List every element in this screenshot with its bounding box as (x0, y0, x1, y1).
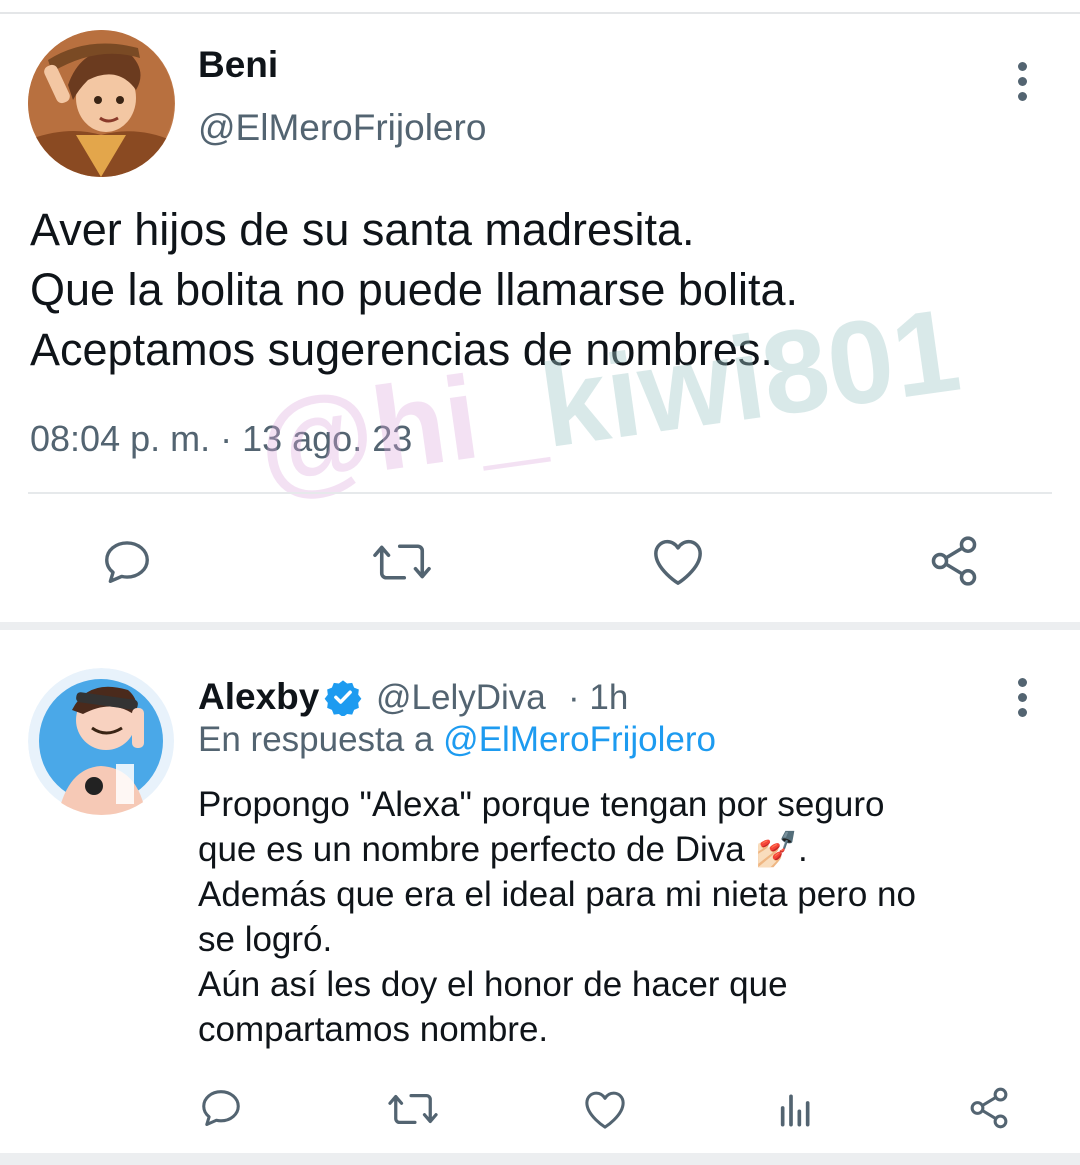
alexby-avatar[interactable] (28, 668, 175, 815)
like-icon[interactable] (582, 1088, 628, 1130)
tweet-timestamp[interactable]: 08:04 p. m. · 13 ago. 23 (30, 418, 412, 460)
reply-author-name[interactable]: Alexby (198, 676, 319, 718)
tweet-text-line: Aceptamos sugerencias de nombres. (30, 324, 773, 375)
reply-author-handle[interactable]: @LelyDiva (376, 678, 546, 718)
reply-text-line: Propongo "Alexa" porque tengan por segur… (198, 785, 885, 824)
reply-text-line: se logró. (198, 920, 333, 959)
tweet-text-line: Que la bolita no puede llamarse bolita. (30, 264, 798, 315)
tweet-text: Aver hijos de su santa madresita. Que la… (30, 200, 798, 380)
beni-avatar[interactable] (28, 30, 175, 177)
retweet-icon[interactable] (370, 535, 434, 589)
reply-time[interactable]: · 1h (568, 678, 628, 718)
verified-badge-icon (324, 678, 362, 721)
reply-text: Propongo "Alexa" porque tengan por segur… (198, 782, 916, 1052)
reply-text-line: compartamos nombre. (198, 1010, 549, 1049)
tweet-text-line: Aver hijos de su santa madresita. (30, 204, 695, 255)
replying-to-line: En respuesta a @ElMeroFrijolero (198, 720, 716, 760)
more-options-icon[interactable] (1012, 678, 1032, 723)
reply-text-line: Además que era el ideal para mi nieta pe… (198, 875, 916, 914)
reply-icon[interactable] (100, 535, 154, 589)
retweet-icon[interactable] (386, 1086, 440, 1132)
reply-text-line: Aún así les doy el honor de hacer que (198, 965, 788, 1004)
tweet-author-handle[interactable]: @ElMeroFrijolero (198, 107, 486, 149)
share-icon[interactable] (966, 1085, 1012, 1131)
tweet-separator (0, 622, 1080, 630)
tweet-author-name[interactable]: Beni (198, 44, 278, 86)
replying-to-mention[interactable]: @ElMeroFrijolero (443, 720, 716, 759)
action-bar-divider (28, 492, 1052, 494)
replying-to-prefix: En respuesta a (198, 720, 434, 759)
share-icon[interactable] (926, 533, 982, 589)
reply-icon[interactable] (198, 1085, 244, 1131)
like-icon[interactable] (650, 535, 706, 587)
bottom-divider (0, 1153, 1080, 1165)
more-options-icon[interactable] (1012, 62, 1032, 107)
reply-text-line: que es un nombre perfecto de Diva 💅🏻. (198, 830, 808, 869)
top-divider (0, 0, 1080, 14)
analytics-icon[interactable] (776, 1088, 816, 1128)
